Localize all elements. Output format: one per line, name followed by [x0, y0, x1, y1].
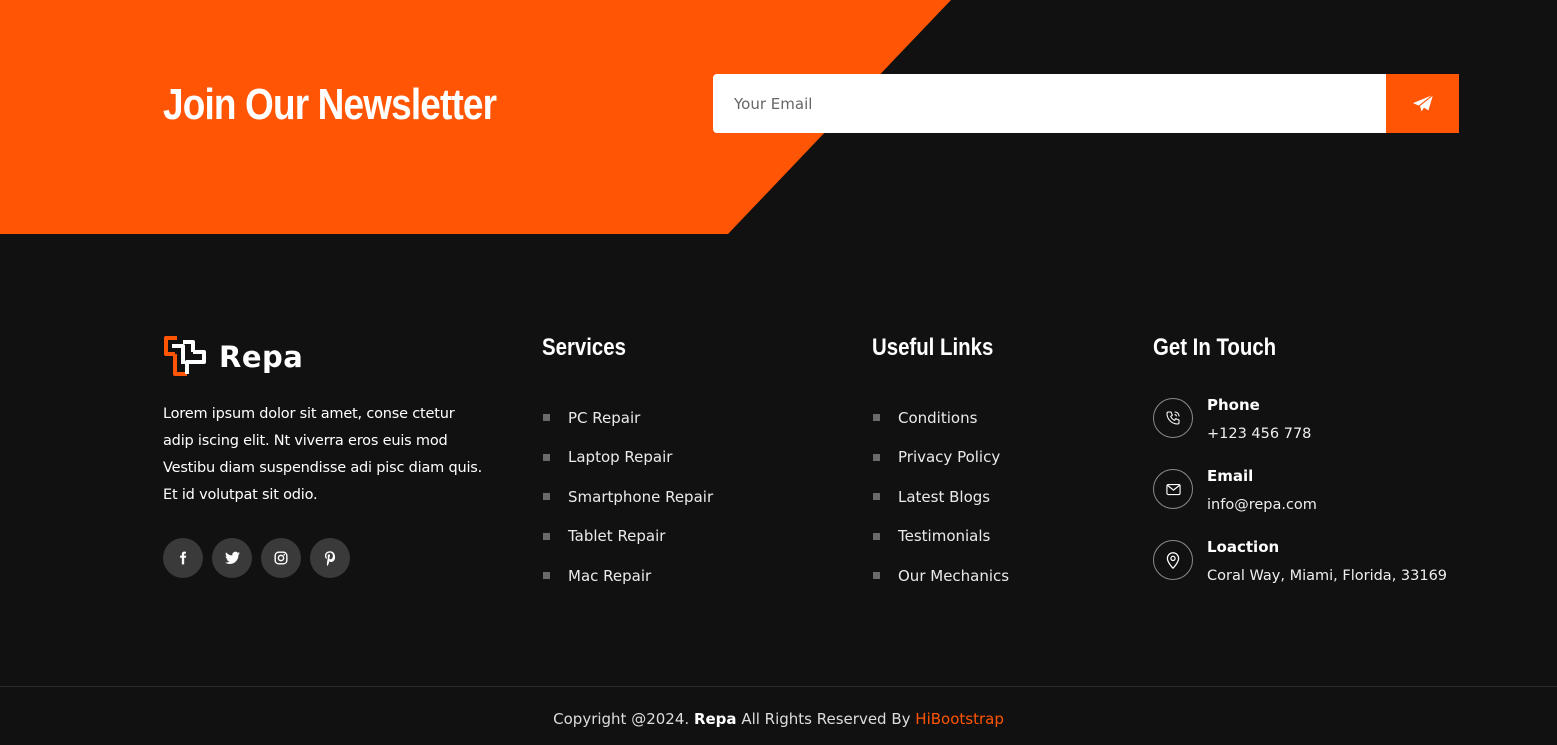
contact-title: Get In Touch [1153, 334, 1277, 361]
square-bullet-icon [543, 414, 550, 422]
square-bullet-icon [543, 532, 550, 540]
contact-value: Coral Way, Miami, Florida, 33169 [1207, 568, 1448, 584]
contact-value[interactable]: info@repa.com [1207, 495, 1317, 515]
square-bullet-icon [543, 572, 550, 580]
newsletter-submit-button[interactable] [1386, 74, 1459, 133]
useful-links-list: Conditions Privacy Policy Latest Blogs T… [873, 398, 1009, 596]
services-item[interactable]: PC Repair [543, 398, 713, 438]
mail-icon [1165, 483, 1181, 495]
services-item[interactable]: Laptop Repair [543, 438, 713, 478]
contact-location: Loaction Coral Way, Miami, Florida, 3316… [1153, 537, 1447, 586]
services-list: PC Repair Laptop Repair Smartphone Repai… [543, 398, 713, 596]
contact-label: Email [1207, 467, 1254, 485]
twitter-link[interactable] [212, 538, 252, 578]
credit-link[interactable]: HiBootstrap [915, 710, 1004, 728]
square-bullet-icon [543, 453, 550, 461]
newsletter-section: Join Our Newsletter [0, 0, 1557, 234]
square-bullet-icon [873, 572, 880, 580]
contact-phone: Phone +123 456 778 [1153, 395, 1311, 444]
newsletter-title: Join Our Newsletter [163, 80, 497, 129]
about-text: Lorem ipsum dolor sit amet, conse ctetur… [163, 406, 483, 503]
footer-divider [0, 686, 1557, 687]
instagram-link[interactable] [261, 538, 301, 578]
facebook-icon [180, 551, 187, 565]
services-item[interactable]: Smartphone Repair [543, 477, 713, 517]
useful-link-item[interactable]: Latest Blogs [873, 477, 1009, 517]
contact-email: Email info@repa.com [1153, 466, 1317, 515]
square-bullet-icon [543, 493, 550, 501]
useful-links-title: Useful Links [872, 334, 994, 361]
services-title: Services [542, 334, 626, 361]
square-bullet-icon [873, 453, 880, 461]
square-bullet-icon [873, 414, 880, 422]
phone-icon [1166, 411, 1180, 425]
useful-link-item[interactable]: Privacy Policy [873, 438, 1009, 478]
pinterest-icon [324, 550, 336, 566]
useful-link-item[interactable]: Conditions [873, 398, 1009, 438]
footer-brand[interactable]: Repa [163, 334, 303, 380]
square-bullet-icon [873, 493, 880, 501]
newsletter-email-input[interactable] [713, 74, 1387, 133]
square-bullet-icon [873, 532, 880, 540]
repa-logo-icon [164, 336, 206, 376]
brand-name: Repa [219, 340, 304, 374]
instagram-icon [274, 551, 288, 565]
copyright-brand: Repa [693, 710, 737, 728]
location-pin-icon [1166, 551, 1180, 569]
useful-link-item[interactable]: Our Mechanics [873, 556, 1009, 596]
twitter-icon [224, 551, 240, 564]
contact-value[interactable]: +123 456 778 [1207, 424, 1311, 444]
copyright-text: Copyright @2024. Repa All Rights Reserve… [553, 710, 1004, 728]
services-item[interactable]: Mac Repair [543, 556, 713, 596]
paper-plane-icon [1412, 93, 1433, 112]
contact-label: Loaction [1207, 538, 1280, 556]
social-links [163, 538, 350, 578]
contact-label: Phone [1207, 396, 1260, 414]
pinterest-link[interactable] [310, 538, 350, 578]
services-item[interactable]: Tablet Repair [543, 517, 713, 557]
facebook-link[interactable] [163, 538, 203, 578]
useful-link-item[interactable]: Testimonials [873, 517, 1009, 557]
